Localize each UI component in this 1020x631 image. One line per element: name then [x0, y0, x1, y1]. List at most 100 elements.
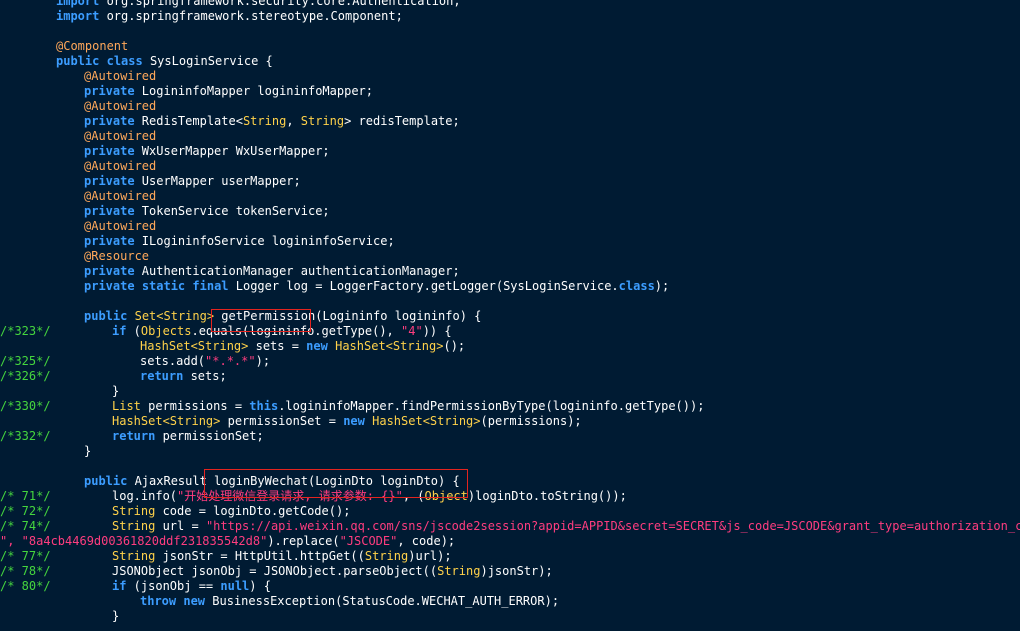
token: } — [112, 384, 120, 398]
token: private — [84, 204, 135, 218]
code-line[interactable]: @Autowired — [0, 219, 1020, 234]
code-line[interactable]: } — [0, 609, 1020, 624]
token: String — [112, 519, 156, 533]
token: (jsonObj == — [126, 579, 221, 593]
code-line[interactable]: HashSet<String> permissionSet = new Hash… — [0, 414, 1020, 429]
code-line[interactable]: /*330*/ List permissions = this.logininfo… — [0, 399, 1020, 414]
code-text: return sets; — [140, 369, 227, 384]
code-line[interactable]: /* 71*/ log.info("开始处理微信登录请求, 请求参数: {}", … — [0, 489, 1020, 504]
code-text: private RedisTemplate<String, String> re… — [84, 114, 460, 129]
code-line[interactable]: @Component — [0, 39, 1020, 54]
code-text: @Autowired — [84, 159, 156, 174]
token: RedisTemplate< — [134, 114, 243, 128]
line-number-comment: /*332*/ — [0, 429, 51, 443]
code-line[interactable]: } — [0, 444, 1020, 459]
code-text: private static final Logger log = Logger… — [84, 279, 669, 294]
token: )jsonStr); — [480, 564, 553, 578]
token: private — [84, 144, 135, 158]
code-line[interactable]: @Autowired — [0, 99, 1020, 114]
code-line[interactable]: private LogininfoMapper logininfoMapper; — [0, 84, 1020, 99]
code-line[interactable]: private UserMapper userMapper; — [0, 174, 1020, 189]
code-line[interactable]: import org.springframework.stereotype.Co… — [0, 9, 1020, 24]
token: } — [84, 444, 92, 458]
code-line[interactable]: ", "8a4cb4469d00361820ddf231835542d8").r… — [0, 534, 1020, 549]
code-editor[interactable]: import org.springframework.security.core… — [0, 0, 1020, 631]
code-line[interactable]: } — [0, 384, 1020, 399]
token: @Autowired — [84, 69, 157, 83]
code-line[interactable]: private RedisTemplate<String, String> re… — [0, 114, 1020, 129]
code-line[interactable]: public class SysLoginService { — [0, 54, 1020, 69]
token: new — [343, 414, 365, 428]
code-line[interactable] — [0, 24, 1020, 39]
token: ); — [654, 279, 670, 293]
code-line[interactable]: @Autowired — [0, 69, 1020, 84]
code-line[interactable]: throw new BusinessException(StatusCode.W… — [0, 594, 1020, 609]
token: private — [84, 84, 135, 98]
code-line[interactable]: /*325*/ sets.add("*.*.*"); — [0, 354, 1020, 369]
code-line[interactable]: @Autowired — [0, 189, 1020, 204]
code-line[interactable]: public Set<String> getPermission(Loginin… — [0, 309, 1020, 324]
token: getPermission(Logininfo logininfo) { — [214, 309, 482, 323]
token: @Autowired — [84, 99, 157, 113]
code-text: @Resource — [84, 249, 149, 264]
code-line[interactable]: @Autowired — [0, 159, 1020, 174]
code-line[interactable]: private WxUserMapper WxUserMapper; — [0, 144, 1020, 159]
token: List — [112, 399, 141, 413]
token: Objects — [140, 324, 192, 338]
token: static — [141, 279, 186, 293]
token: (permissions); — [480, 414, 582, 428]
code-line[interactable] — [0, 294, 1020, 309]
token: org.springframework.stereotype.Component… — [99, 9, 403, 23]
token: } — [112, 609, 120, 623]
line-number-comment: /* 72*/ — [0, 504, 51, 518]
code-line[interactable]: private AuthenticationManager authentica… — [0, 264, 1020, 279]
code-text: @Autowired — [84, 129, 156, 144]
code-text: @Autowired — [84, 219, 156, 234]
code-text: @Autowired — [84, 189, 156, 204]
token: SysLoginService { — [142, 54, 273, 68]
token: .equals(logininfo.getType(), — [191, 324, 401, 338]
code-text: } — [84, 444, 91, 459]
code-line[interactable]: import org.springframework.security.core… — [0, 0, 1020, 9]
code-text: } — [112, 609, 119, 624]
code-line[interactable]: /* 74*/ String url = "https://api.weixin.… — [0, 519, 1020, 534]
token: url = — [155, 519, 206, 533]
code-text: public Set<String> getPermission(Loginin… — [84, 309, 481, 324]
token: sets; — [183, 369, 227, 383]
token: if — [112, 579, 127, 593]
token: "JSCODE" — [339, 534, 398, 548]
token: TokenService tokenService; — [134, 204, 330, 218]
token: ); — [255, 354, 271, 368]
code-line[interactable]: HashSet<String> sets = new HashSet<Strin… — [0, 339, 1020, 354]
token: "*.*.*" — [205, 354, 256, 368]
token: new — [183, 594, 206, 608]
code-text: log.info("开始处理微信登录请求, 请求参数: {}", (Object… — [112, 489, 627, 504]
token: Object — [424, 489, 468, 503]
code-line[interactable]: private static final Logger log = Logger… — [0, 279, 1020, 294]
code-text: String url = "https://api.weixin.qq.com/… — [112, 519, 1020, 534]
code-line[interactable]: /*326*/ return sets; — [0, 369, 1020, 384]
code-text: @Component — [56, 39, 128, 54]
code-line[interactable]: /*323*/ if (Objects.equals(logininfo.getT… — [0, 324, 1020, 339]
token: String — [437, 564, 481, 578]
code-line[interactable]: /*332*/ return permissionSet; — [0, 429, 1020, 444]
token: jsonStr = HttpUtil.httpGet(( — [155, 549, 365, 563]
token: ( — [126, 324, 141, 338]
code-line[interactable]: @Autowired — [0, 129, 1020, 144]
code-line[interactable]: /* 77*/ String jsonStr = HttpUtil.httpGet… — [0, 549, 1020, 564]
code-line[interactable]: /* 78*/ JSONObject jsonObj = JSONObject.p… — [0, 564, 1020, 579]
code-line[interactable]: public AjaxResult loginByWechat(LoginDto… — [0, 474, 1020, 489]
token: import — [56, 9, 100, 23]
code-text: return permissionSet; — [112, 429, 264, 444]
code-line[interactable]: @Resource — [0, 249, 1020, 264]
code-line[interactable] — [0, 459, 1020, 474]
code-text: @Autowired — [84, 69, 156, 84]
code-line[interactable]: /* 72*/ String code = loginDto.getCode(); — [0, 504, 1020, 519]
code-line[interactable]: private TokenService tokenService; — [0, 204, 1020, 219]
code-line[interactable]: private ILogininfoService logininfoServi… — [0, 234, 1020, 249]
code-line[interactable]: /* 80*/ if (jsonObj == null) { — [0, 579, 1020, 594]
code-text: } — [112, 384, 119, 399]
